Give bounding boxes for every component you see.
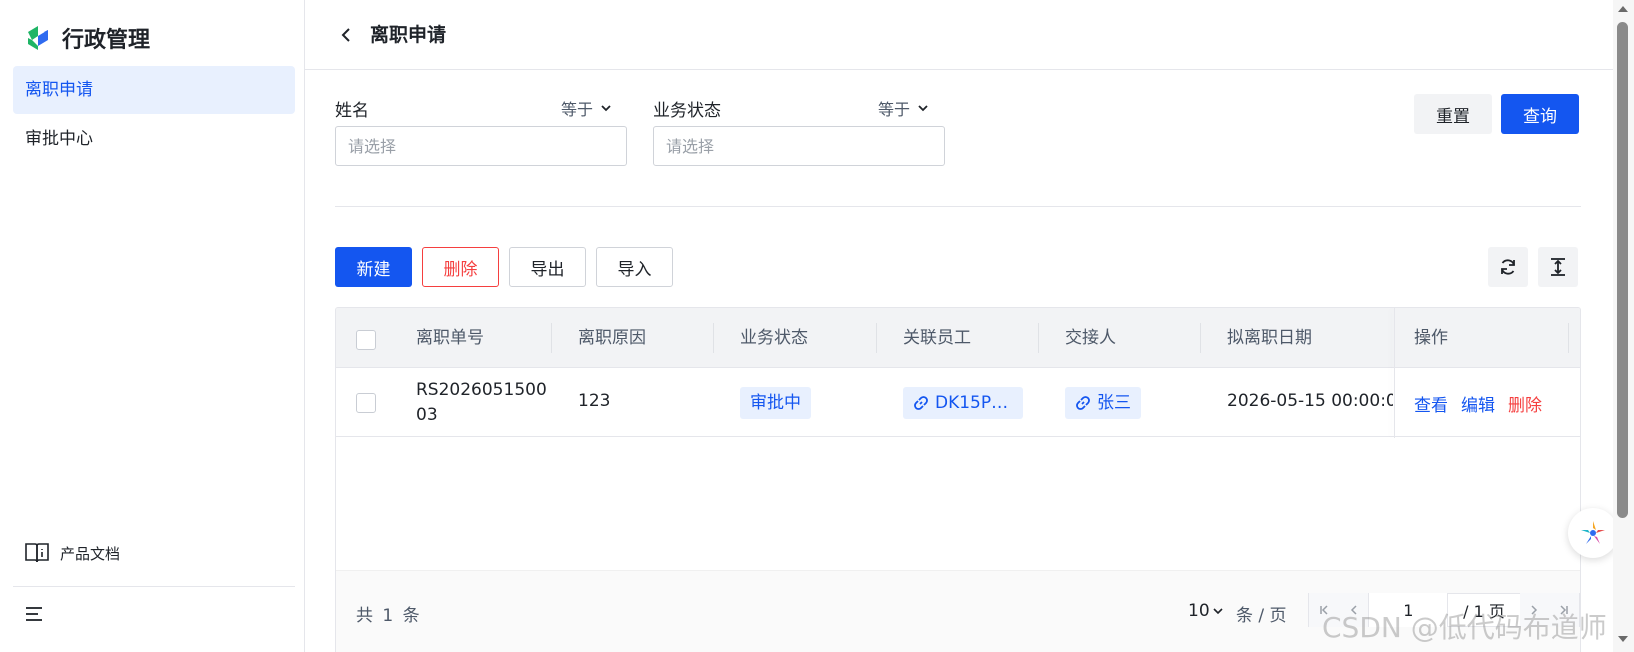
column-header-handover: 交接人 [1065,328,1116,348]
filter-status-label: 业务状态 [653,101,721,121]
cell-id-line1: RS2026051500 [416,380,547,400]
filter-divider [335,206,1581,207]
sidebar-item-approval-center[interactable]: 审批中心 [13,115,295,163]
cell-date: 2026-05-15 00:00:00 [1227,391,1393,411]
column-header-date: 拟离职日期 [1227,328,1312,348]
refresh-button[interactable] [1488,247,1528,287]
data-table: 离职单号 离职原因 业务状态 关联员工 交接人 拟离职日期 操作 RS20260… [335,307,1581,652]
handover-link-label: 张三 [1097,393,1131,413]
scroll-up-arrow[interactable] [1618,6,1628,12]
brand-logo-icon [28,26,48,50]
chevron-down-icon [1213,608,1223,615]
menu-collapse-icon[interactable] [24,604,44,624]
row-delete-link[interactable]: 删除 [1508,391,1542,416]
edit-link[interactable]: 编辑 [1461,391,1495,416]
row-checkbox[interactable] [356,393,376,413]
view-link[interactable]: 查看 [1414,391,1448,416]
page-header: 离职申请 [305,0,1613,70]
column-header-reason: 离职原因 [578,328,646,348]
column-height-icon [1551,258,1565,276]
page-scrollbar[interactable] [1613,0,1634,652]
total-count: 共 1 条 [356,606,422,626]
back-arrow-icon[interactable] [337,24,357,46]
cell-id-line2: 03 [416,405,438,425]
refresh-icon [1501,259,1515,275]
product-docs-link[interactable]: 产品文档 [24,540,120,566]
chevron-down-icon [918,105,928,112]
column-header-actions: 操作 [1414,328,1448,348]
page-size-select[interactable]: 10 [1188,601,1224,621]
assistant-logo-icon [1581,521,1605,544]
density-button[interactable] [1538,247,1578,287]
reset-button[interactable]: 重置 [1414,94,1492,134]
import-button[interactable]: 导入 [596,247,673,287]
sidebar-divider [13,586,295,587]
chevron-down-icon [601,105,611,112]
new-button[interactable]: 新建 [335,247,412,287]
watermark: CSDN @低代码布道师 [1322,611,1607,644]
scroll-down-arrow[interactable] [1618,636,1628,642]
handover-link[interactable]: 张三 [1065,387,1141,419]
column-separator [876,323,877,353]
column-separator [1038,323,1039,353]
employee-link-label: DK15P… [935,393,1009,413]
sidebar: 行政管理 离职申请 审批中心 产品文档 [0,0,305,652]
column-separator [1568,323,1569,353]
employee-link[interactable]: DK15P… [903,387,1023,419]
column-header-employee: 关联员工 [903,328,971,348]
link-icon [1076,396,1090,410]
filter-name-operator[interactable]: 等于 [561,96,613,120]
product-docs-label: 产品文档 [60,544,121,563]
column-separator [1200,323,1201,353]
column-header-status: 业务状态 [740,328,808,348]
ai-assistant-button[interactable] [1568,508,1618,558]
per-page-label: 条 / 页 [1236,606,1287,626]
export-button[interactable]: 导出 [509,247,586,287]
query-button[interactable]: 查询 [1501,94,1579,134]
scroll-thumb[interactable] [1617,22,1628,518]
column-separator [713,323,714,353]
brand: 行政管理 [24,22,150,54]
select-all-checkbox[interactable] [356,330,376,350]
page-title: 离职申请 [370,24,447,46]
sidebar-nav: 离职申请 审批中心 [13,66,295,164]
book-icon [25,543,49,563]
sidebar-item-resignation[interactable]: 离职申请 [13,66,295,114]
cell-id: RS2026051500 03 [416,378,547,428]
filter-status-operator-label: 等于 [878,100,911,119]
link-icon [914,396,928,410]
brand-title: 行政管理 [62,28,151,53]
main-content: 离职申请 姓名 等于 业务状态 等于 重置 查询 新建 删除 导出 导入 [305,0,1613,652]
filter-status-input[interactable] [653,126,945,166]
filter-status-operator[interactable]: 等于 [878,96,930,120]
column-header-id: 离职单号 [416,328,484,348]
cell-reason: 123 [578,391,611,411]
filter-name-label: 姓名 [335,101,369,121]
column-separator [551,323,552,353]
fixed-column-divider [1394,308,1395,438]
filter-name-operator-label: 等于 [561,100,594,119]
delete-button[interactable]: 删除 [422,247,499,287]
filter-name-input[interactable] [335,126,627,166]
status-badge: 审批中 [740,387,811,419]
page-size-value: 10 [1188,601,1210,621]
